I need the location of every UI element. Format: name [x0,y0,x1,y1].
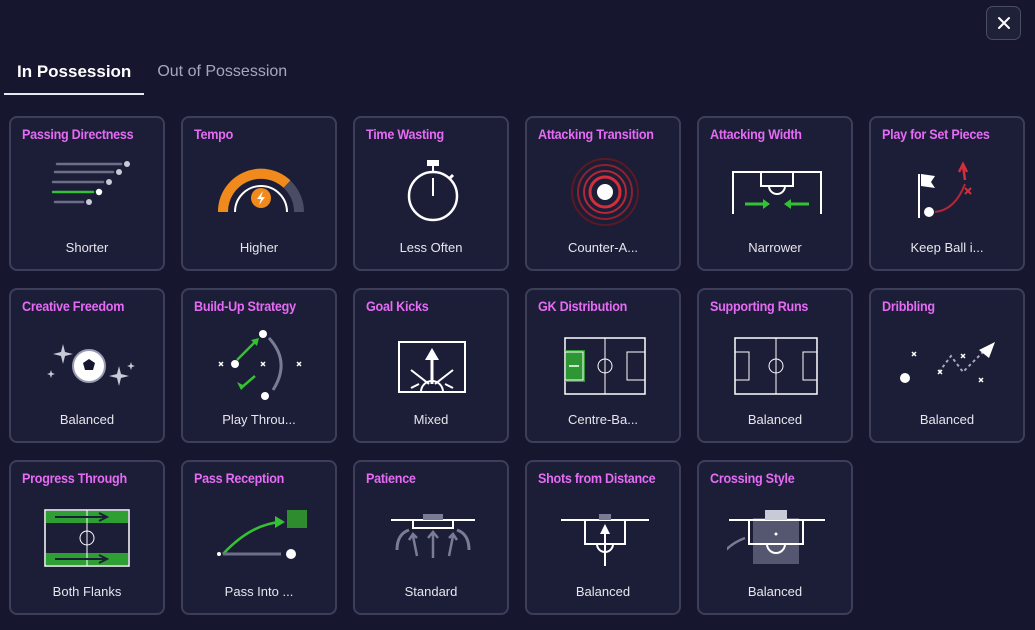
crossing-style-icon [727,510,825,564]
card-title: Attacking Width [710,126,802,142]
card-value: Balanced [59,412,115,427]
card-value: Both Flanks [52,584,122,599]
tactic-card-tempo[interactable]: Tempo Higher [181,116,337,271]
tactics-grid: Passing Directness Shorter Tempo Higher … [9,116,1025,616]
card-title: Creative Freedom [22,298,125,314]
stopwatch-icon [407,160,459,222]
tab-out-of-possession[interactable]: Out of Possession [144,54,300,95]
card-title: Time Wasting [366,126,444,142]
tempo-gauge-icon [217,168,304,213]
card-title: Supporting Runs [710,298,809,314]
card-title: Build-Up Strategy [194,298,296,314]
tactic-card-progress-through[interactable]: Progress Through Both Flanks [9,460,165,615]
target-rings-icon [571,158,639,226]
card-title: Progress Through [22,470,127,486]
card-title: Play for Set Pieces [882,126,990,142]
tactic-card-crossing-style[interactable]: Crossing Style Balanced [697,460,853,615]
card-value: Shorter [65,240,109,255]
goal-kicks-icon [398,341,466,393]
close-icon [997,17,1010,29]
card-value: Centre-Ba... [567,412,639,427]
card-title: Goal Kicks [366,298,429,314]
tactic-card-passing-directness[interactable]: Passing Directness Shorter [9,116,165,271]
tactic-card-dribbling[interactable]: Dribbling Balanced [869,288,1025,443]
close-button[interactable] [986,6,1021,40]
tactic-card-build-up-strategy[interactable]: Build-Up Strategy Play Throu... [181,288,337,443]
tactic-card-shots-from-distance[interactable]: Shots from Distance Balanced [525,460,681,615]
tactic-card-patience[interactable]: Patience Standard [353,460,509,615]
card-title: Attacking Transition [538,126,654,142]
progress-flanks-icon [44,509,130,567]
card-value: Pass Into ... [224,584,294,599]
tactic-card-pass-reception[interactable]: Pass Reception Pass Into ... [181,460,337,615]
card-value: Balanced [919,412,975,427]
tactic-card-attacking-width[interactable]: Attacking Width Narrower [697,116,853,271]
card-value: Keep Ball i... [910,240,984,255]
tactic-card-gk-distribution[interactable]: GK Distribution Centre-Ba... [525,288,681,443]
pass-reception-icon [217,510,307,559]
tab-in-possession[interactable]: In Possession [4,54,145,95]
card-title: Dribbling [882,298,935,314]
tactic-card-play-for-set-pieces[interactable]: Play for Set Pieces Keep Ball i... [869,116,1025,271]
card-value: Less Often [399,240,463,255]
corner-flag-icon [918,161,972,218]
patience-icon [391,514,475,558]
card-value: Play Throu... [222,412,296,427]
tactic-card-time-wasting[interactable]: Time Wasting Less Often [353,116,509,271]
card-value: Balanced [747,412,803,427]
card-value: Balanced [575,584,631,599]
tactic-card-creative-freedom[interactable]: Creative Freedom Balanced [9,288,165,443]
supporting-runs-pitch-icon [734,337,818,395]
shots-distance-icon [561,514,649,566]
card-title: GK Distribution [538,298,628,314]
card-title: Shots from Distance [538,470,656,486]
card-title: Crossing Style [710,470,795,486]
passing-directness-icon [51,161,130,205]
card-title: Pass Reception [194,470,285,486]
card-title: Patience [366,470,416,486]
tab-bar: In Possession Out of Possession [4,54,300,96]
tactic-card-attacking-transition[interactable]: Attacking Transition Counter-A... [525,116,681,271]
tactic-card-supporting-runs[interactable]: Supporting Runs Balanced [697,288,853,443]
dribbling-icon [900,342,995,383]
sparkle-ball-icon [47,344,135,386]
card-value: Mixed [413,412,449,427]
card-value: Standard [404,584,458,599]
attacking-width-icon [732,171,822,214]
gk-distribution-pitch-icon [564,337,646,395]
build-up-icon [218,330,302,400]
card-value: Narrower [748,240,802,255]
card-value: Balanced [747,584,803,599]
card-value: Counter-A... [567,240,639,255]
card-value: Higher [239,240,279,255]
card-title: Passing Directness [22,126,134,142]
card-title: Tempo [194,126,234,142]
tactic-card-goal-kicks[interactable]: Goal Kicks Mixed [353,288,509,443]
